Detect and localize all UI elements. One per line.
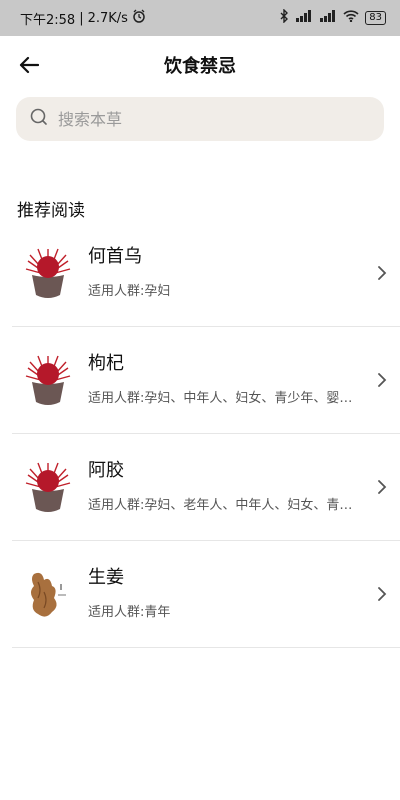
page-title: 饮食禁忌	[164, 56, 236, 77]
item-name: 生姜	[88, 567, 124, 588]
item-desc: 适用人群:孕妇	[88, 284, 171, 299]
chevron-right-icon	[378, 266, 387, 280]
chevron-right-icon	[378, 587, 387, 601]
bluetooth-icon	[279, 8, 289, 27]
search-bar[interactable]	[16, 97, 384, 141]
list-item[interactable]: 何首乌 适用人群:孕妇	[12, 220, 400, 327]
red-herb-pot-icon	[20, 238, 76, 308]
item-name: 何首乌	[88, 246, 142, 267]
item-desc: 适用人群:青年	[88, 605, 171, 620]
item-desc: 适用人群:孕妇、中年人、妇女、青少年、婴幼儿	[88, 391, 360, 406]
signal-icon	[295, 10, 313, 26]
item-desc: 适用人群:孕妇、老年人、中年人、妇女、青少年	[88, 498, 360, 513]
arrow-left-icon	[19, 56, 39, 74]
status-time: 下午2:58	[20, 12, 76, 28]
list-item[interactable]: 阿胶 适用人群:孕妇、老年人、中年人、妇女、青少年	[12, 434, 400, 541]
search-input[interactable]	[56, 108, 360, 130]
section-title: 推荐阅读	[17, 201, 85, 221]
ginger-root-icon	[20, 559, 76, 629]
chevron-right-icon	[378, 480, 387, 494]
list-item[interactable]: 枸杞 适用人群:孕妇、中年人、妇女、青少年、婴幼儿	[12, 327, 400, 434]
item-name: 枸杞	[88, 353, 124, 374]
battery-icon: 83	[365, 11, 386, 25]
network-speed: 2.7K/s	[87, 10, 128, 26]
item-name: 阿胶	[88, 460, 124, 481]
red-herb-pot-icon	[20, 345, 76, 415]
red-herb-pot-icon	[20, 452, 76, 522]
header: 饮食禁忌	[0, 36, 400, 94]
signal-icon-2	[319, 10, 337, 26]
search-icon	[30, 108, 48, 130]
herb-list: 何首乌 适用人群:孕妇 枸杞 适用人群:孕妇、中年人、妇女、青少年、婴幼儿 阿胶…	[12, 220, 400, 648]
back-button[interactable]	[14, 50, 44, 80]
wifi-icon	[343, 10, 359, 26]
chevron-right-icon	[378, 373, 387, 387]
list-item[interactable]: 生姜 适用人群:青年	[12, 541, 400, 648]
alarm-icon	[132, 9, 146, 27]
status-bar: 下午2:58 | 2.7K/s 83	[0, 0, 400, 36]
